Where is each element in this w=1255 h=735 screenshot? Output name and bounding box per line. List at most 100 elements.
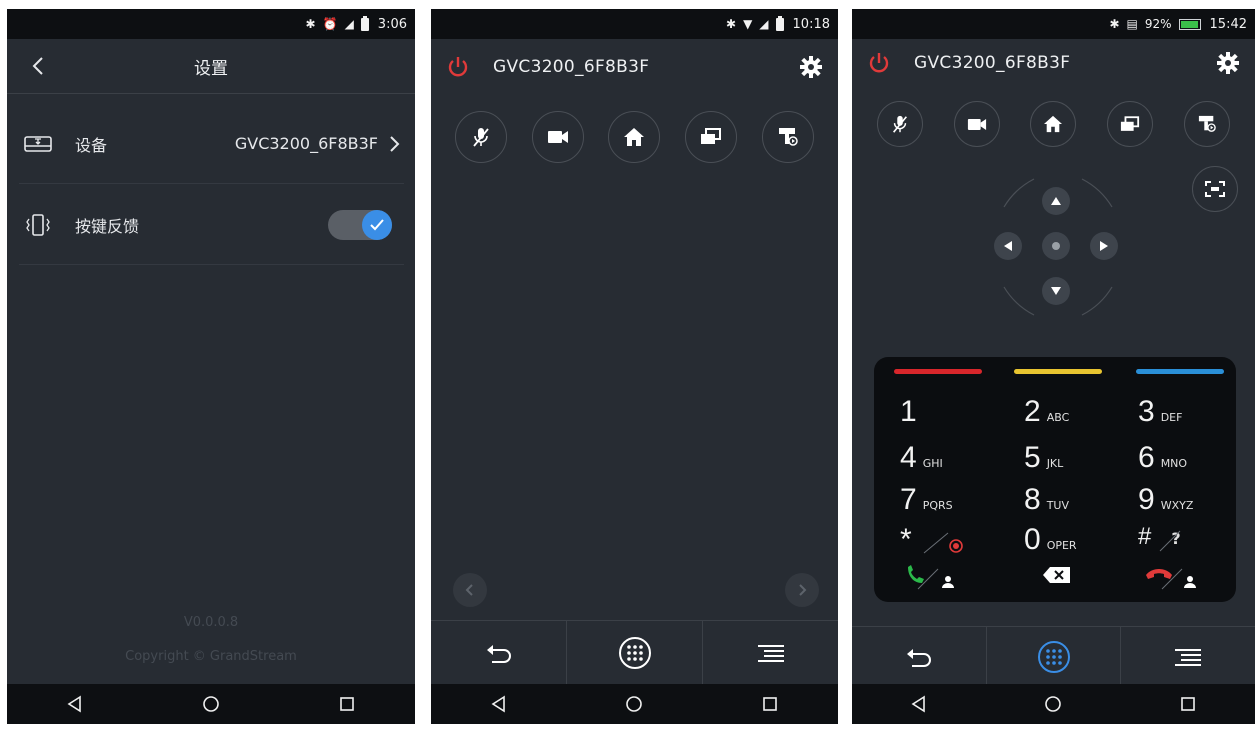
key-8[interactable]: 8 TUV (1024, 483, 1134, 517)
red-key[interactable] (894, 369, 982, 374)
phone-green-icon (908, 565, 954, 590)
return-arrow-icon (906, 648, 931, 667)
nav-back-button[interactable] (55, 684, 95, 724)
settings-button[interactable] (1213, 48, 1243, 78)
key-0[interactable]: 0 OPER (1024, 523, 1134, 557)
chevron-left-icon (465, 584, 473, 596)
dpad-up-button[interactable] (1042, 187, 1070, 215)
menu-lines-icon (1175, 648, 1202, 666)
back-button[interactable] (29, 56, 49, 76)
arrow-up-icon (1051, 197, 1061, 205)
dialpad-button[interactable] (987, 627, 1122, 686)
home-button[interactable] (1030, 101, 1077, 147)
camera-preset-button[interactable] (761, 111, 814, 163)
mute-mic-button[interactable] (877, 101, 924, 147)
backspace-icon (1043, 567, 1070, 583)
slash-divider (1159, 530, 1181, 552)
status-bar: ✱ ⏰ ◢ 3:06 (7, 9, 415, 39)
settings-header: 设置 (7, 39, 415, 94)
blue-key[interactable] (1136, 369, 1224, 374)
signal-icon: ◢ (759, 17, 769, 31)
nav-home-button[interactable] (614, 684, 654, 724)
nav-back-button[interactable] (899, 684, 939, 724)
nav-home-button[interactable] (191, 684, 231, 724)
status-bar: ✱ ▤ 92% 15:42 (852, 9, 1255, 39)
video-button[interactable] (531, 111, 584, 163)
key-2[interactable]: 2 ABC (1024, 395, 1134, 429)
menu-button[interactable] (703, 621, 838, 685)
screen-share-icon (701, 128, 722, 144)
power-button[interactable] (864, 48, 894, 78)
camera-preset-icon (778, 128, 798, 146)
key-feedback-toggle[interactable] (328, 209, 392, 240)
fullscreen-button[interactable] (1192, 166, 1238, 212)
nav-recents-button[interactable] (1168, 684, 1208, 724)
battery-icon (360, 15, 369, 31)
nav-recents-button[interactable] (327, 684, 367, 724)
key-feedback-label: 按键反馈 (75, 216, 140, 236)
battery-percent: 92% (1144, 17, 1172, 31)
key-3[interactable]: 3 DEF (1138, 395, 1248, 429)
device-name: GVC3200_6F8B3F (914, 53, 1071, 73)
call-answer-button[interactable] (904, 563, 964, 591)
battery-icon (775, 15, 784, 31)
dialpad-icon (618, 637, 651, 669)
remote-header: GVC3200_6F8B3F (431, 39, 838, 94)
camera-preset-icon (1198, 115, 1216, 132)
arrow-left-icon (1004, 241, 1012, 251)
gear-icon (800, 55, 822, 78)
home-button[interactable] (608, 111, 661, 163)
arrow-down-icon (1051, 287, 1061, 295)
video-button[interactable] (953, 101, 1000, 147)
presentation-button[interactable] (685, 111, 738, 163)
triangle-back-icon (67, 695, 81, 713)
app-version: V0.0.0.8 (183, 615, 239, 630)
call-end-button[interactable] (1142, 563, 1206, 591)
status-time: 10:18 (792, 16, 830, 32)
chevron-right-icon (799, 584, 807, 596)
dpad-down-button[interactable] (1042, 277, 1070, 305)
key-7[interactable]: 7 PQRS (900, 483, 1010, 517)
sim-icon: ▤ (1126, 17, 1138, 31)
dial-keypad: 1 2 ABC 3 DEF 4 GHI 5 JKL 6 MNO 7 PQRS 8 TUV 9W… (874, 357, 1236, 602)
remote-keypad-screen: ✱ ▤ 92% 15:42 GVC3200_6F8B3F 1 2 ABC 3 D… (852, 9, 1255, 724)
presentation-button[interactable] (1107, 101, 1154, 147)
check-icon (362, 209, 392, 240)
key-5[interactable]: 5 JKL (1024, 441, 1134, 475)
key-hash[interactable]: #? (1138, 523, 1248, 557)
next-page-button[interactable] (785, 573, 819, 607)
wifi-icon: ▼ (743, 17, 753, 31)
dpad-ok-button[interactable] (1042, 232, 1070, 260)
mute-mic-button[interactable] (455, 111, 508, 163)
nav-back-button[interactable] (479, 684, 519, 724)
status-time: 15:42 (1209, 16, 1247, 32)
dpad-right-button[interactable] (1090, 232, 1118, 260)
settings-button[interactable] (796, 52, 826, 82)
device-row[interactable]: 设备 GVC3200_6F8B3F (19, 104, 404, 184)
key-4[interactable]: 4 GHI (900, 441, 1010, 475)
square-recents-icon (763, 697, 777, 711)
yellow-key[interactable] (1014, 369, 1102, 374)
key-1[interactable]: 1 (900, 395, 1010, 429)
nav-recents-button[interactable] (750, 684, 790, 724)
nav-home-button[interactable] (1033, 684, 1073, 724)
prev-page-button[interactable] (453, 573, 487, 607)
return-button[interactable] (431, 621, 567, 685)
screen-share-icon (1120, 115, 1140, 131)
dialpad-button[interactable] (567, 621, 703, 685)
circle-home-icon (626, 696, 643, 712)
power-button[interactable] (443, 52, 473, 82)
backspace-button[interactable] (1042, 565, 1072, 587)
menu-button[interactable] (1121, 627, 1255, 686)
key-6[interactable]: 6 MNO (1138, 441, 1248, 475)
camera-preset-button[interactable] (1183, 101, 1230, 147)
dpad-left-button[interactable] (994, 232, 1022, 260)
return-button[interactable] (852, 627, 987, 686)
phone-red-icon (1146, 568, 1196, 590)
device-name: GVC3200_6F8B3F (493, 56, 650, 77)
power-icon (448, 56, 468, 76)
bottom-toolbar (852, 626, 1255, 686)
bluetooth-icon: ✱ (726, 17, 737, 31)
key-9[interactable]: 9 WXYZ (1138, 483, 1248, 517)
menu-lines-icon (757, 645, 784, 662)
